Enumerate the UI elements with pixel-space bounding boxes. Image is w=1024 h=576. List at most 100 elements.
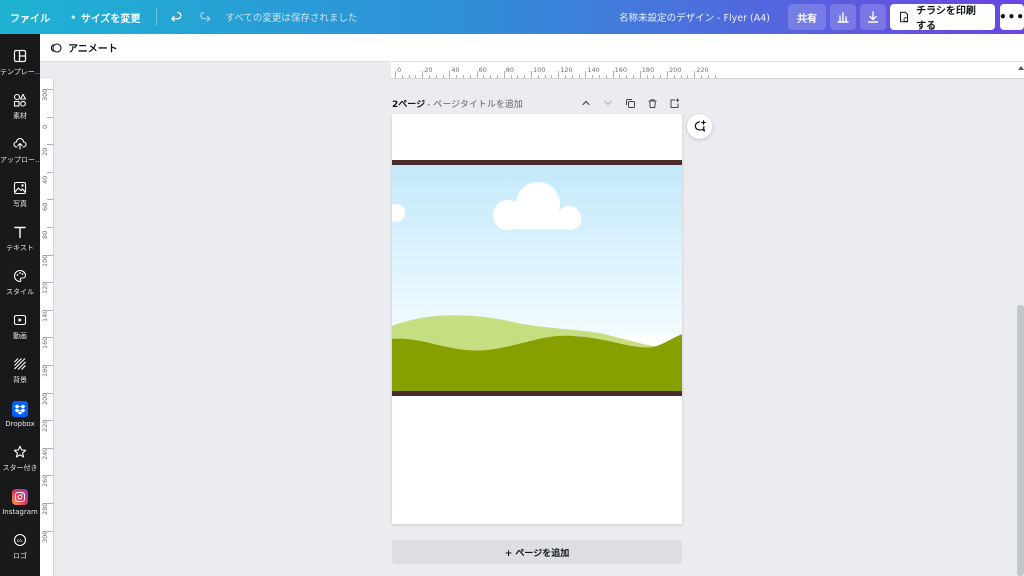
sidebar-item-dropbox[interactable]: Dropbox xyxy=(0,392,40,436)
sidebar-item-starred[interactable]: スター付き xyxy=(0,436,40,480)
sidebar-item-text[interactable]: テキスト xyxy=(0,216,40,260)
page-tools xyxy=(578,95,682,111)
vertical-scrollbar[interactable] xyxy=(1017,305,1024,576)
add-page-after-button[interactable] xyxy=(666,95,682,111)
design-page[interactable] xyxy=(392,114,682,524)
sidebar-item-templates[interactable]: テンプレー… xyxy=(0,40,40,84)
ruler-minor-tick xyxy=(646,75,648,78)
ruler-label: 180 xyxy=(641,66,655,74)
ruler-minor-tick xyxy=(565,75,566,78)
background-icon xyxy=(12,356,28,372)
page-title-input[interactable]: - ページタイトルを追加 xyxy=(427,97,523,110)
ruler-minor-tick xyxy=(544,75,546,78)
ruler-minor-tick xyxy=(483,75,485,78)
ruler-minor-tick xyxy=(701,75,702,78)
download-button[interactable] xyxy=(860,4,886,30)
animate-button[interactable]: アニメート xyxy=(68,40,118,55)
ruler-label: 260 xyxy=(41,474,49,488)
page-number: 2ページ xyxy=(392,99,426,110)
sidebar-item-label: ロゴ xyxy=(13,551,27,560)
ruler-minor-tick xyxy=(619,75,621,78)
ruler-label: 300 xyxy=(41,88,49,101)
top-toolbar: ファイル ✦ サイズを変更 すべての変更は保存されました 名称未設定のデザイン … xyxy=(0,0,1024,34)
save-status: すべての変更は保存されました xyxy=(225,13,358,24)
ruler-minor-tick xyxy=(490,75,492,78)
ruler-label: 180 xyxy=(41,364,49,377)
ruler-tick xyxy=(47,116,53,118)
ruler-label: 120 xyxy=(560,66,573,74)
ruler-corner xyxy=(40,62,391,79)
toolbar-divider xyxy=(156,8,158,26)
sidebar-item-label: スタイル xyxy=(6,287,34,296)
sidebar-item-background[interactable]: 背景 xyxy=(0,348,40,392)
ruler-label: 0 xyxy=(41,124,49,129)
sidebar-item-label: アップロー… xyxy=(0,155,40,164)
resize-label: サイズを変更 xyxy=(80,13,141,25)
ruler-label: 80 xyxy=(41,230,49,239)
sidebar-item-instagram[interactable]: Instagram xyxy=(0,480,40,524)
add-page-button[interactable]: + ページを追加 xyxy=(392,540,682,564)
sidebar-item-logos[interactable]: co. ロゴ xyxy=(0,524,40,568)
ruler-minor-tick xyxy=(429,75,430,78)
sidebar-item-label: テンプレー… xyxy=(0,67,40,76)
ruler-label: 60 xyxy=(478,66,487,74)
ruler-label: 140 xyxy=(587,66,600,74)
undo-icon xyxy=(171,11,182,22)
template-icon xyxy=(12,48,28,64)
photo-icon xyxy=(12,180,28,196)
scroll-up-arrow-icon[interactable] xyxy=(1018,66,1024,70)
insights-button[interactable] xyxy=(830,4,856,30)
sidebar-item-elements[interactable]: 素材 xyxy=(0,84,40,128)
page-header: 2ページ - ページタイトルを追加 xyxy=(392,95,682,111)
ruler-tick xyxy=(558,71,560,78)
more-options-button[interactable]: ••• xyxy=(999,4,1024,30)
resize-button[interactable]: ✦ サイズを変更 xyxy=(64,0,150,34)
sidebar-item-label: 写真 xyxy=(13,199,27,208)
add-comment-button[interactable] xyxy=(687,114,712,139)
duplicate-page-button[interactable] xyxy=(622,95,638,111)
ruler-label: 20 xyxy=(424,66,433,74)
dropbox-icon xyxy=(12,400,28,417)
sidebar-item-uploads[interactable]: アップロー… xyxy=(0,128,40,172)
file-menu-button[interactable]: ファイル xyxy=(0,0,64,34)
sparkle-icon: ✦ xyxy=(70,12,77,22)
ruler-minor-tick xyxy=(463,75,464,78)
bottom-band xyxy=(392,391,682,396)
elements-icon xyxy=(12,92,28,108)
ruler-tick xyxy=(47,227,53,228)
ruler-tick xyxy=(47,171,53,173)
comment-add-icon xyxy=(694,119,706,132)
ruler-minor-tick xyxy=(605,75,607,78)
text-icon xyxy=(12,224,28,240)
document-title[interactable]: 名称未設定のデザイン - Flyer (A4) xyxy=(619,10,784,24)
ruler-label: 120 xyxy=(41,281,49,295)
trash-icon xyxy=(648,98,656,108)
ruler-minor-tick xyxy=(707,75,709,78)
move-page-down-button[interactable] xyxy=(600,95,616,111)
ruler-minor-tick xyxy=(497,75,498,78)
move-page-up-button[interactable] xyxy=(578,95,594,111)
ruler-label: 40 xyxy=(41,175,49,184)
sidebar-item-photos[interactable]: 写真 xyxy=(0,172,40,216)
top-ruler: 0 20 40 60 80 100 120 140 160 180 200 220 xyxy=(391,62,1024,79)
ruler-tick xyxy=(422,71,424,78)
print-document-icon xyxy=(900,11,909,23)
redo-icon xyxy=(200,11,211,22)
bar-chart-icon xyxy=(837,12,849,23)
ruler-minor-tick xyxy=(551,75,553,78)
add-page-icon xyxy=(670,98,679,108)
print-flyer-button[interactable]: チラシを印刷する xyxy=(890,4,995,32)
sidebar-item-videos[interactable]: 動画 xyxy=(0,304,40,348)
ruler-minor-tick xyxy=(510,75,512,78)
sidebar-item-label: 素材 xyxy=(13,111,27,120)
redo-button[interactable] xyxy=(191,0,219,34)
undo-button[interactable] xyxy=(163,0,191,34)
sidebar-item-styles[interactable]: スタイル xyxy=(0,260,40,304)
share-button[interactable]: 共有 xyxy=(788,4,826,30)
delete-page-button[interactable] xyxy=(644,95,660,111)
ruler-tick xyxy=(47,199,53,201)
left-ruler: 300 0 20 40 60 80 100 120 140 160 180 200 220 240 260 2… xyxy=(40,79,54,576)
ruler-label: 60 xyxy=(41,203,49,212)
ruler-label: 160 xyxy=(614,66,628,74)
landscape-illustration[interactable] xyxy=(392,114,682,524)
